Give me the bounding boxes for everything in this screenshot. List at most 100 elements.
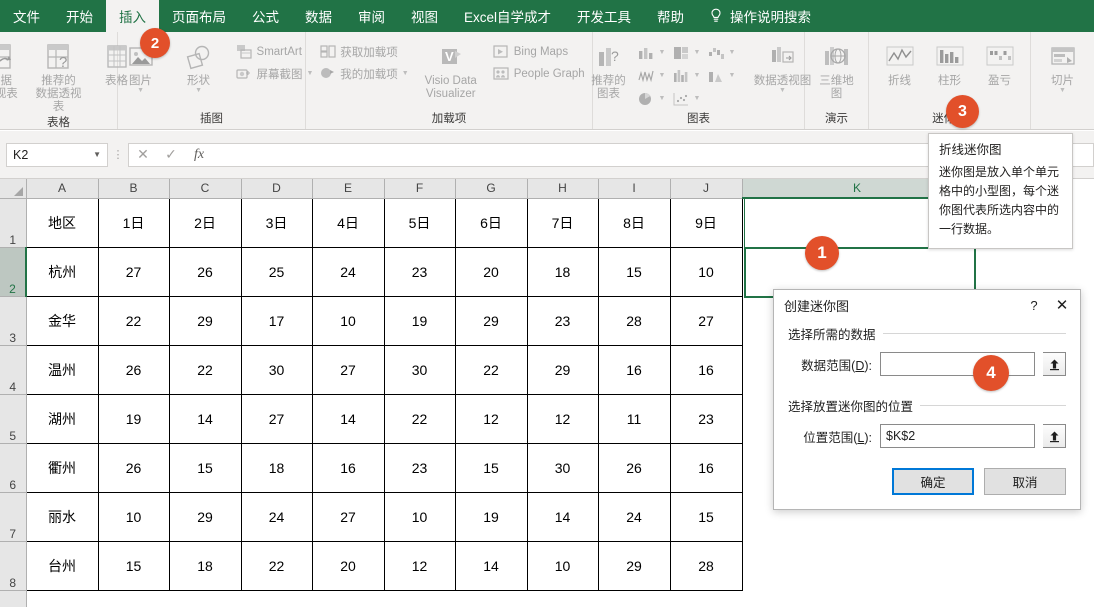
map-3d-button[interactable]: 三维地 图 bbox=[809, 39, 865, 101]
cell-e9[interactable] bbox=[312, 590, 384, 607]
column-header-j[interactable]: J bbox=[670, 179, 743, 199]
recommended-charts-button[interactable]: ? 推荐的 图表 bbox=[586, 39, 632, 101]
column-header-i[interactable]: I bbox=[598, 179, 671, 199]
cell-c4[interactable]: 22 bbox=[169, 345, 242, 395]
row-header-4[interactable]: 4 bbox=[0, 345, 27, 395]
cell-e1[interactable]: 4日 bbox=[312, 198, 385, 248]
cell-k9[interactable] bbox=[742, 590, 972, 607]
shapes-button[interactable]: 形状 ▼ bbox=[171, 39, 227, 94]
cell-g1[interactable]: 6日 bbox=[455, 198, 528, 248]
cell-i6[interactable]: 26 bbox=[598, 443, 671, 493]
cell-f3[interactable]: 19 bbox=[384, 296, 456, 346]
cell-f2[interactable]: 23 bbox=[384, 247, 456, 297]
cell-b7[interactable]: 10 bbox=[98, 492, 170, 542]
row-header-9[interactable]: 9 bbox=[0, 590, 27, 607]
shapes-caret-icon[interactable]: ▼ bbox=[195, 87, 202, 94]
combo-chart-button[interactable]: ▼ bbox=[706, 65, 740, 87]
tab-file[interactable]: 文件 bbox=[0, 0, 53, 32]
slicer-button[interactable]: 切片 ▼ bbox=[1035, 39, 1091, 94]
visio-data-visualizer-button[interactable]: V Visio Data Visualizer bbox=[420, 39, 482, 101]
cell-j2[interactable]: 10 bbox=[670, 247, 743, 297]
cell-c3[interactable]: 29 bbox=[169, 296, 242, 346]
cell-a9[interactable] bbox=[26, 590, 98, 607]
cell-i1[interactable]: 8日 bbox=[598, 198, 671, 248]
waterfall-chart-caret-icon[interactable]: ▼ bbox=[729, 49, 736, 56]
sparkline-column-button[interactable]: 柱形 bbox=[927, 39, 973, 88]
cell-a1[interactable]: 地区 bbox=[25, 198, 99, 248]
my-addins-caret-icon[interactable]: ▼ bbox=[402, 70, 409, 77]
cell-j4[interactable]: 16 bbox=[670, 345, 743, 395]
cell-h4[interactable]: 29 bbox=[527, 345, 599, 395]
waterfall-chart-button[interactable]: ▼ bbox=[706, 42, 740, 64]
cell-h7[interactable]: 14 bbox=[527, 492, 599, 542]
location-range-input[interactable]: $K$2 bbox=[880, 424, 1035, 448]
cell-e6[interactable]: 16 bbox=[312, 443, 385, 493]
cell-g2[interactable]: 20 bbox=[455, 247, 528, 297]
cell-f1[interactable]: 5日 bbox=[384, 198, 456, 248]
cell-b5[interactable]: 19 bbox=[98, 394, 170, 444]
cell-b9[interactable] bbox=[98, 590, 169, 607]
cell-d7[interactable]: 24 bbox=[241, 492, 313, 542]
recommended-pivot-table-button[interactable]: ? 推荐的 数据透视表 bbox=[31, 39, 87, 114]
fx-icon[interactable]: fx bbox=[185, 144, 213, 166]
cell-a8[interactable]: 台州 bbox=[25, 541, 99, 591]
hierarchy-chart-button[interactable]: ▼ bbox=[671, 42, 705, 64]
cell-k8[interactable] bbox=[742, 541, 972, 590]
cell-d9[interactable] bbox=[241, 590, 312, 607]
cell-g9[interactable] bbox=[455, 590, 527, 607]
cell-e7[interactable]: 27 bbox=[312, 492, 385, 542]
cell-f5[interactable]: 22 bbox=[384, 394, 456, 444]
tab-page-layout[interactable]: 页面布局 bbox=[159, 0, 239, 32]
cell-d6[interactable]: 18 bbox=[241, 443, 313, 493]
column-header-b[interactable]: B bbox=[98, 179, 170, 199]
column-header-e[interactable]: E bbox=[312, 179, 385, 199]
location-range-picker-icon[interactable] bbox=[1043, 424, 1066, 448]
cell-j3[interactable]: 27 bbox=[670, 296, 743, 346]
cell-g7[interactable]: 19 bbox=[455, 492, 528, 542]
cell-c1[interactable]: 2日 bbox=[169, 198, 242, 248]
cell-c8[interactable]: 18 bbox=[169, 541, 242, 591]
column-header-h[interactable]: H bbox=[527, 179, 599, 199]
cell-i9[interactable] bbox=[598, 590, 670, 607]
column-chart-button[interactable]: ▼ bbox=[636, 42, 670, 64]
cell-b2[interactable]: 27 bbox=[98, 247, 170, 297]
column-header-a[interactable]: A bbox=[26, 179, 99, 199]
help-icon[interactable]: ? bbox=[1020, 292, 1048, 318]
row-header-1[interactable]: 1 bbox=[0, 198, 27, 248]
cell-d5[interactable]: 27 bbox=[241, 394, 313, 444]
cell-c2[interactable]: 26 bbox=[169, 247, 242, 297]
people-graph-button[interactable]: People Graph bbox=[490, 63, 588, 84]
cell-l9[interactable] bbox=[972, 590, 994, 607]
cell-f9[interactable] bbox=[384, 590, 455, 607]
cell-h6[interactable]: 30 bbox=[527, 443, 599, 493]
cell-b6[interactable]: 26 bbox=[98, 443, 170, 493]
tab-data[interactable]: 数据 bbox=[292, 0, 345, 32]
sparkline-line-button[interactable]: 折线 bbox=[877, 39, 923, 88]
cell-c6[interactable]: 15 bbox=[169, 443, 242, 493]
combo-chart-caret-icon[interactable]: ▼ bbox=[729, 72, 736, 79]
pictures-caret-icon[interactable]: ▼ bbox=[137, 87, 144, 94]
cell-i8[interactable]: 29 bbox=[598, 541, 671, 591]
my-addins-button[interactable]: 我的加载项 ▼ bbox=[316, 63, 411, 84]
cell-j9[interactable] bbox=[670, 590, 742, 607]
row-header-5[interactable]: 5 bbox=[0, 394, 27, 444]
cell-a7[interactable]: 丽水 bbox=[25, 492, 99, 542]
get-addins-button[interactable]: 获取加载项 bbox=[316, 41, 411, 62]
line-chart-caret-icon[interactable]: ▼ bbox=[659, 72, 666, 79]
cell-i3[interactable]: 28 bbox=[598, 296, 671, 346]
cell-f8[interactable]: 12 bbox=[384, 541, 456, 591]
close-icon[interactable]: ✕ bbox=[1048, 292, 1076, 318]
row-header-7[interactable]: 7 bbox=[0, 492, 27, 542]
name-box-caret-icon[interactable]: ▼ bbox=[93, 150, 101, 159]
tab-excel-self-study[interactable]: Excel自学成才 bbox=[451, 0, 564, 32]
cancel-button[interactable]: 取消 bbox=[984, 468, 1066, 495]
cell-i4[interactable]: 16 bbox=[598, 345, 671, 395]
cell-j1[interactable]: 9日 bbox=[670, 198, 743, 248]
cell-e8[interactable]: 20 bbox=[312, 541, 385, 591]
bing-maps-button[interactable]: Bing Maps bbox=[490, 41, 588, 62]
cell-d3[interactable]: 17 bbox=[241, 296, 313, 346]
cell-h1[interactable]: 7日 bbox=[527, 198, 599, 248]
pivot-table-button[interactable]: 数据 透视表 bbox=[0, 39, 29, 101]
cell-g5[interactable]: 12 bbox=[455, 394, 528, 444]
select-all-corner[interactable] bbox=[0, 179, 27, 199]
